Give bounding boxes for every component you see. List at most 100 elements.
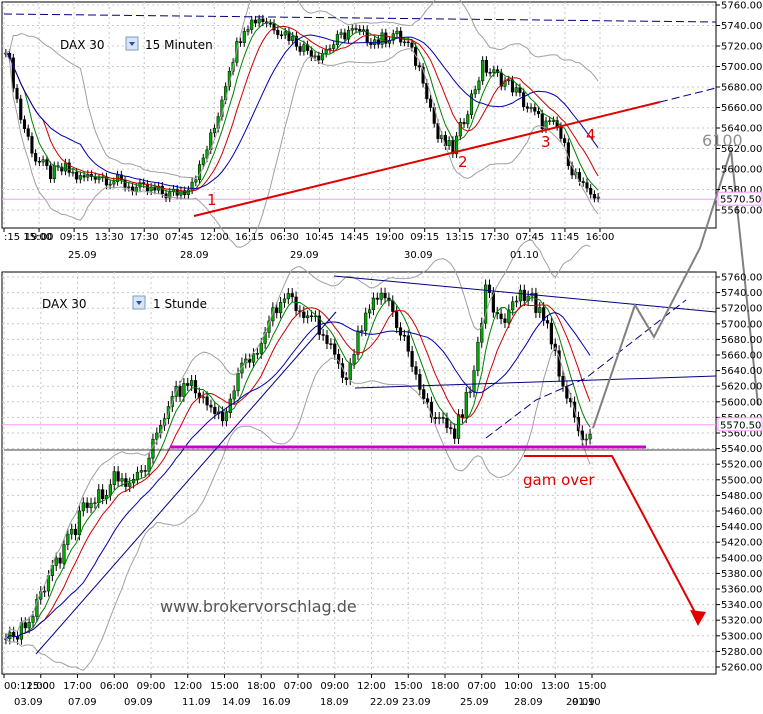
candle-body [182, 383, 186, 397]
x-tick-label: 09:00 [137, 681, 166, 692]
y-tick-label: 5460.00 [721, 507, 762, 518]
candle-body [242, 31, 246, 43]
candle-body [112, 181, 116, 185]
x-tick-label: 10:00 [504, 681, 533, 692]
x-tick-label: 19:00 [25, 232, 54, 243]
candle-body [395, 30, 399, 34]
candle-body [290, 293, 294, 298]
candle-body [418, 374, 422, 390]
candle-body [309, 50, 313, 58]
candle-body [116, 471, 120, 482]
y-tick-label: 5680.00 [721, 335, 762, 346]
x-tick-label: 12:00 [173, 681, 202, 692]
candle-body [536, 111, 541, 115]
candle-body [201, 396, 205, 399]
candle-body [559, 126, 563, 139]
x-tick-label: 11:45 [551, 232, 580, 243]
candle-body [63, 162, 68, 172]
candle-body [352, 354, 356, 364]
candle-body [58, 557, 62, 564]
candle-body [406, 41, 410, 44]
bottom-timeframe-label: 1 Stunde [153, 297, 207, 311]
candle-body [73, 528, 78, 536]
candle-body [52, 165, 56, 179]
candle-body [472, 370, 476, 393]
x-tick-label: 07:00 [284, 681, 313, 692]
x-tick-label: 18:00 [247, 681, 276, 692]
x-date-label: 28.09 [180, 250, 209, 261]
y-tick-label: 5260.00 [721, 663, 762, 674]
candle-body [395, 311, 399, 328]
x-tick-label: 17:30 [480, 232, 509, 243]
candle-body [433, 417, 437, 420]
candle-body [112, 471, 116, 485]
candle-body [22, 119, 27, 129]
price-tag-label: 5570.50 [720, 195, 761, 206]
candle-body [320, 53, 325, 61]
candle-body [82, 175, 86, 178]
candle-body [246, 29, 250, 32]
candle-body [257, 18, 261, 24]
candle-body [89, 502, 93, 508]
candle-body [209, 404, 213, 408]
y-tick-label: 5400.00 [721, 553, 762, 564]
candle-body [456, 414, 461, 439]
y-tick-label: 5280.00 [721, 647, 762, 658]
candle-body [402, 41, 406, 44]
candle-body [23, 622, 27, 629]
bottom-symbol-label: DAX 30 [42, 297, 87, 311]
x-date-label: 25.09 [460, 697, 489, 708]
candle-body [551, 120, 555, 122]
candle-body [321, 334, 325, 336]
candle-body [19, 98, 23, 120]
candle-body [538, 307, 542, 313]
candle-body [278, 302, 283, 314]
y-tick-label: 5540.00 [721, 444, 762, 455]
candle-body [123, 179, 127, 188]
candle-body [462, 121, 466, 125]
candle-body [30, 136, 34, 154]
candle-body [399, 30, 403, 43]
candle-body [360, 330, 364, 332]
candle-body [250, 19, 254, 30]
watermark: www.brokervorschlag.de [160, 597, 357, 616]
candle-body [75, 171, 79, 180]
y-tick-label: 5720.00 [721, 304, 762, 315]
candle-body [514, 300, 519, 303]
x-tick-label: 07:45 [515, 232, 544, 243]
y-tick-label: 5660.00 [721, 351, 762, 362]
candle-body [449, 427, 453, 430]
price-tag-label: 5570.50 [720, 420, 761, 431]
y-tick-label: 5640.00 [721, 366, 762, 377]
x-tick-label: 18:00 [431, 681, 460, 692]
candle-body [134, 186, 138, 192]
candle-body [194, 179, 198, 183]
candle-body [253, 19, 257, 24]
x-date-label: 23.09 [402, 697, 431, 708]
candle-body [71, 171, 75, 174]
x-tick-label: 09:15 [60, 232, 89, 243]
y-tick-label: 5480.00 [721, 491, 762, 502]
x-tick-label: 15:00 [578, 681, 607, 692]
x-tick-label: 06:00 [100, 681, 129, 692]
candle-body [201, 157, 205, 165]
candle-body [350, 28, 354, 31]
candle-body [445, 417, 449, 428]
candle-body [186, 383, 190, 386]
y-tick-label: 5700.00 [721, 319, 762, 330]
x-tick-label: 16:00 [586, 232, 615, 243]
candle-body [81, 502, 85, 512]
candle-body [108, 183, 112, 186]
y-tick-label: 5500.00 [721, 475, 762, 486]
candle-body [213, 406, 217, 415]
candle-body [190, 380, 194, 386]
x-tick-label: 09:15 [410, 232, 439, 243]
y-tick-label: 5300.00 [721, 631, 762, 642]
candle-body [70, 528, 74, 535]
y-tick-label: 5760.00 [721, 1, 762, 12]
y-tick-label: 5620.00 [721, 382, 762, 393]
candle-body [548, 120, 552, 122]
candle-body [283, 31, 287, 36]
y-tick-label: 5440.00 [721, 522, 762, 533]
x-date-label: 07.09 [68, 697, 97, 708]
